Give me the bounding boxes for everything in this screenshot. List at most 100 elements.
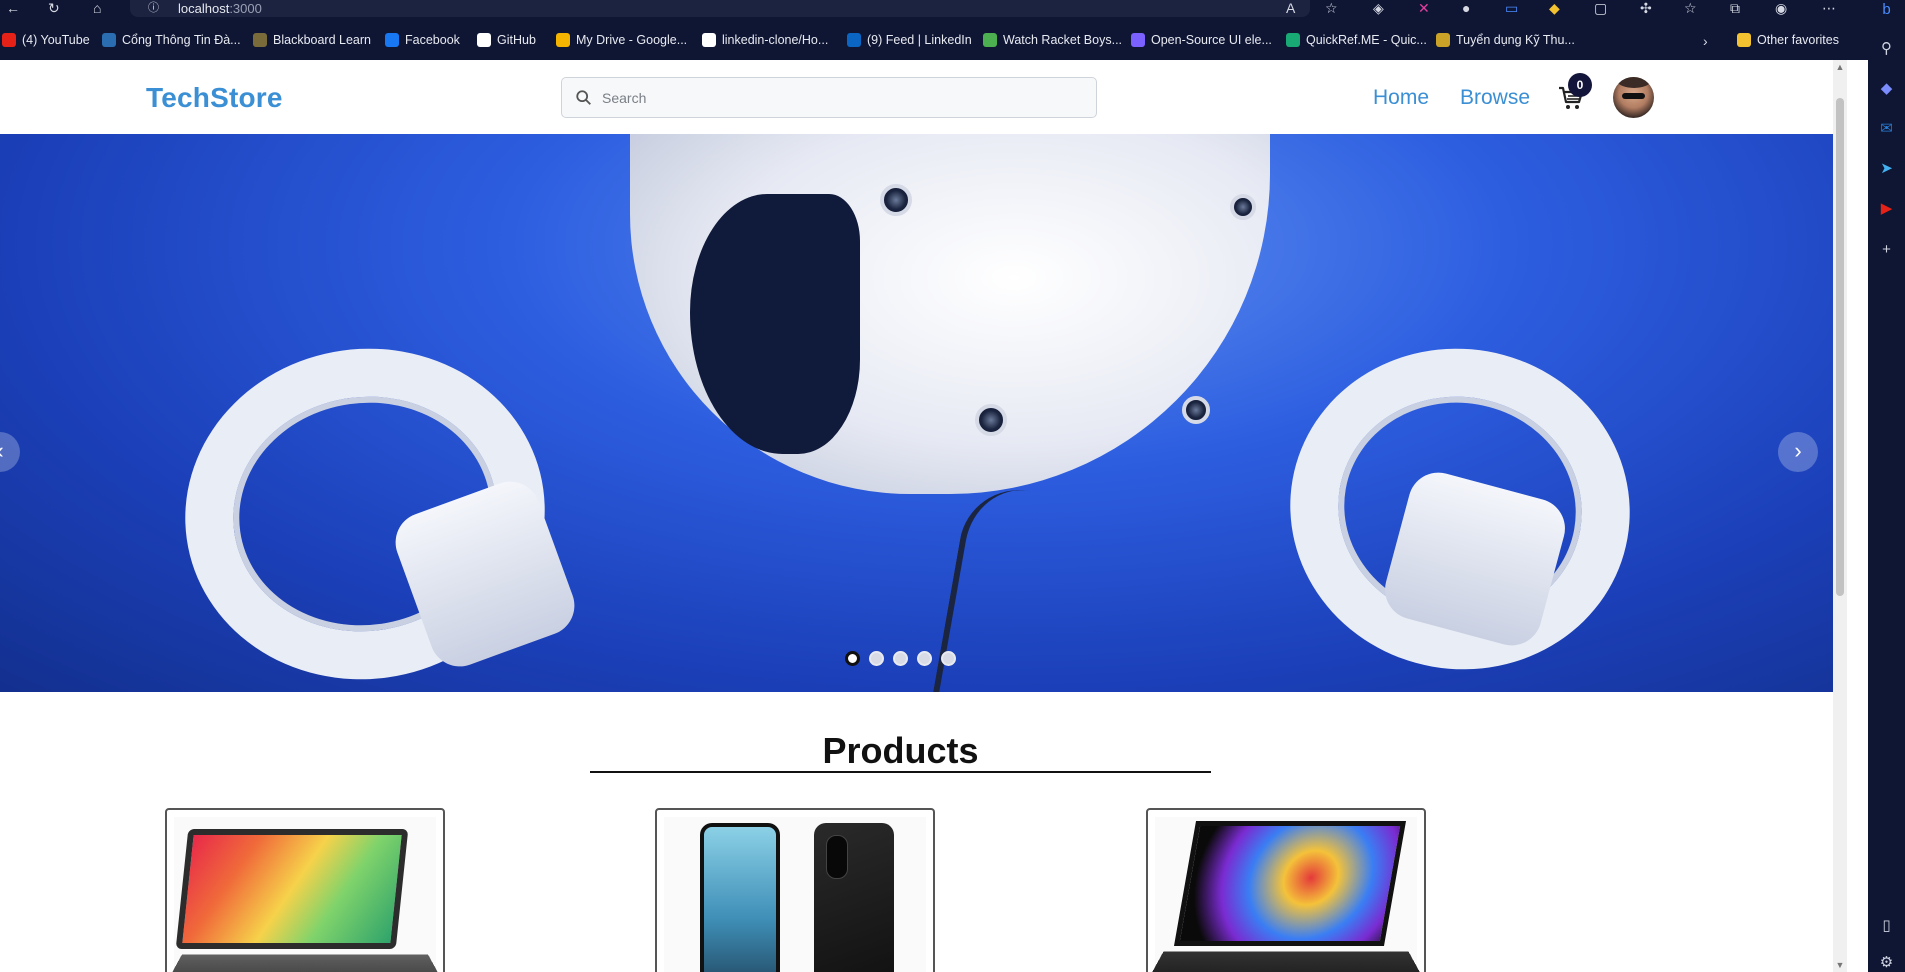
linkedin-icon	[847, 33, 861, 47]
nav-home-link[interactable]: Home	[1373, 86, 1429, 110]
carousel-dot[interactable]	[869, 651, 884, 666]
bookmark-item[interactable]: QuickRef.ME - Quic...	[1286, 33, 1427, 47]
scroll-up-arrow[interactable]: ▲	[1833, 60, 1847, 74]
favorites-icon[interactable]: ☆	[1684, 0, 1697, 16]
home-icon[interactable]: ⌂	[93, 0, 101, 16]
url-host: localhost	[178, 1, 230, 16]
headset-camera	[975, 404, 1007, 436]
site-info-icon[interactable]: ⓘ	[148, 0, 159, 16]
settings-gear-icon[interactable]: ⚙	[1877, 953, 1896, 972]
google-drive-icon	[556, 33, 570, 47]
bookmarks-bar: (4) YouTube Cổng Thông Tin Đà... Blackbo…	[0, 29, 1868, 53]
extension-shield-icon[interactable]: ◈	[1373, 0, 1384, 16]
search-input[interactable]	[602, 87, 1082, 109]
extension-translate-icon[interactable]: ●	[1462, 0, 1470, 16]
extension-off-icon[interactable]: ▢	[1594, 0, 1607, 16]
bookmark-label: Open-Source UI ele...	[1151, 33, 1272, 47]
laptop-base	[1148, 951, 1424, 972]
bookmark-item[interactable]: (4) YouTube	[2, 33, 90, 47]
extension-x-icon[interactable]: ✕	[1418, 0, 1430, 16]
bookmark-item[interactable]: My Drive - Google...	[556, 33, 687, 47]
bookmark-label: QuickRef.ME - Quic...	[1306, 33, 1427, 47]
url-port: :3000	[229, 1, 262, 16]
extensions-puzzle-icon[interactable]: ✣	[1640, 0, 1652, 16]
bookmark-label: GitHub	[497, 33, 536, 47]
hero-carousel: ‹ ›	[0, 134, 1833, 692]
page-scrollbar[interactable]: ▲ ▼	[1833, 60, 1847, 972]
carousel-next-button[interactable]: ›	[1778, 432, 1818, 472]
bookmark-label: (4) YouTube	[22, 33, 90, 47]
chevron-right-icon[interactable]: ›	[1703, 33, 1708, 49]
browser-sidebar: b ⚲ ◆ ✉ ➤ ▶ + ▯ ⚙	[1868, 0, 1905, 972]
laptop-screen	[1173, 821, 1407, 946]
other-favorites-label: Other favorites	[1757, 33, 1839, 47]
extension-screen-icon[interactable]: ▭	[1505, 0, 1518, 16]
refresh-icon[interactable]: ↻	[48, 0, 60, 16]
products-heading-underline	[590, 771, 1211, 773]
facebook-icon	[385, 33, 399, 47]
more-menu-icon[interactable]: ⋯	[1822, 0, 1836, 16]
collections-icon[interactable]: ⧉	[1730, 0, 1740, 16]
product-card[interactable]	[655, 808, 935, 972]
carousel-prev-button[interactable]: ‹	[0, 432, 20, 472]
scroll-down-arrow[interactable]: ▼	[1833, 958, 1847, 972]
product-card[interactable]	[1146, 808, 1426, 972]
other-favorites-folder[interactable]: Other favorites	[1737, 33, 1839, 47]
github-icon	[477, 33, 491, 47]
back-icon[interactable]: ←	[6, 0, 20, 16]
phone-camera	[826, 835, 848, 879]
github-icon	[702, 33, 716, 47]
avatar-hair	[1617, 77, 1651, 88]
sidebar-toggle-icon[interactable]: ▯	[1877, 916, 1896, 935]
carousel-dot[interactable]	[917, 651, 932, 666]
profile-icon[interactable]: ◉	[1775, 0, 1787, 16]
laptop-base	[167, 954, 443, 972]
bookmark-item[interactable]: Facebook	[385, 33, 460, 47]
bookmark-item[interactable]: Tuyển dụng Kỹ Thu...	[1436, 33, 1575, 47]
favorite-star-icon[interactable]: ☆	[1325, 0, 1338, 16]
url-text: localhost:3000	[178, 1, 262, 16]
read-aloud-icon[interactable]: A	[1286, 0, 1295, 16]
bookmark-item[interactable]: Watch Racket Boys...	[983, 33, 1122, 47]
avatar-glasses	[1622, 93, 1645, 99]
browser-toolbar: ← ↻ ⌂ ⓘ localhost:3000 A ☆ ◈ ✕ ● ▭ ◆ ▢ ✣…	[0, 0, 1905, 19]
quickref-icon	[1286, 33, 1300, 47]
headset-camera	[880, 184, 912, 216]
bookmark-label: Blackboard Learn	[273, 33, 371, 47]
bookmark-item[interactable]: linkedin-clone/Ho...	[702, 33, 828, 47]
bookmark-item[interactable]: GitHub	[477, 33, 536, 47]
outlook-icon[interactable]: ✉	[1877, 119, 1896, 138]
folder-icon	[1737, 33, 1751, 47]
bookmark-item[interactable]: Blackboard Learn	[253, 33, 371, 47]
product-card[interactable]	[165, 808, 445, 972]
phone-back	[814, 823, 894, 972]
bookmark-item[interactable]: Cổng Thông Tin Đà...	[102, 33, 241, 47]
bookmark-item[interactable]: Open-Source UI ele...	[1131, 33, 1272, 47]
bookmark-item[interactable]: (9) Feed | LinkedIn	[847, 33, 972, 47]
laptop-screen	[175, 829, 409, 949]
add-icon[interactable]: +	[1877, 240, 1896, 259]
carousel-dot[interactable]	[893, 651, 908, 666]
ui-library-icon	[1131, 33, 1145, 47]
user-avatar[interactable]	[1613, 77, 1654, 118]
bing-chat-icon[interactable]: b	[1877, 0, 1896, 19]
nav-browse-link[interactable]: Browse	[1460, 86, 1530, 110]
address-bar[interactable]	[130, 0, 1310, 17]
vr-headset-band	[690, 194, 860, 454]
search-box[interactable]	[561, 77, 1097, 118]
site-header: TechStore Home Browse 0	[0, 60, 1833, 134]
star-icon	[1436, 33, 1450, 47]
bookmark-label: Watch Racket Boys...	[1003, 33, 1123, 47]
search-icon[interactable]: ⚲	[1877, 39, 1896, 58]
extension-diamond-icon[interactable]: ◆	[1549, 0, 1560, 16]
site-logo[interactable]: TechStore	[146, 82, 283, 114]
play-icon	[983, 33, 997, 47]
carousel-dot[interactable]	[941, 651, 956, 666]
send-icon[interactable]: ➤	[1877, 159, 1896, 178]
bookmark-label: Tuyển dụng Kỹ Thu...	[1456, 33, 1575, 47]
carousel-dot[interactable]	[845, 651, 860, 666]
scrollbar-thumb[interactable]	[1836, 98, 1844, 596]
copilot-icon[interactable]: ◆	[1877, 79, 1896, 98]
youtube-icon[interactable]: ▶	[1877, 199, 1896, 218]
bookmark-label: (9) Feed | LinkedIn	[867, 33, 972, 47]
